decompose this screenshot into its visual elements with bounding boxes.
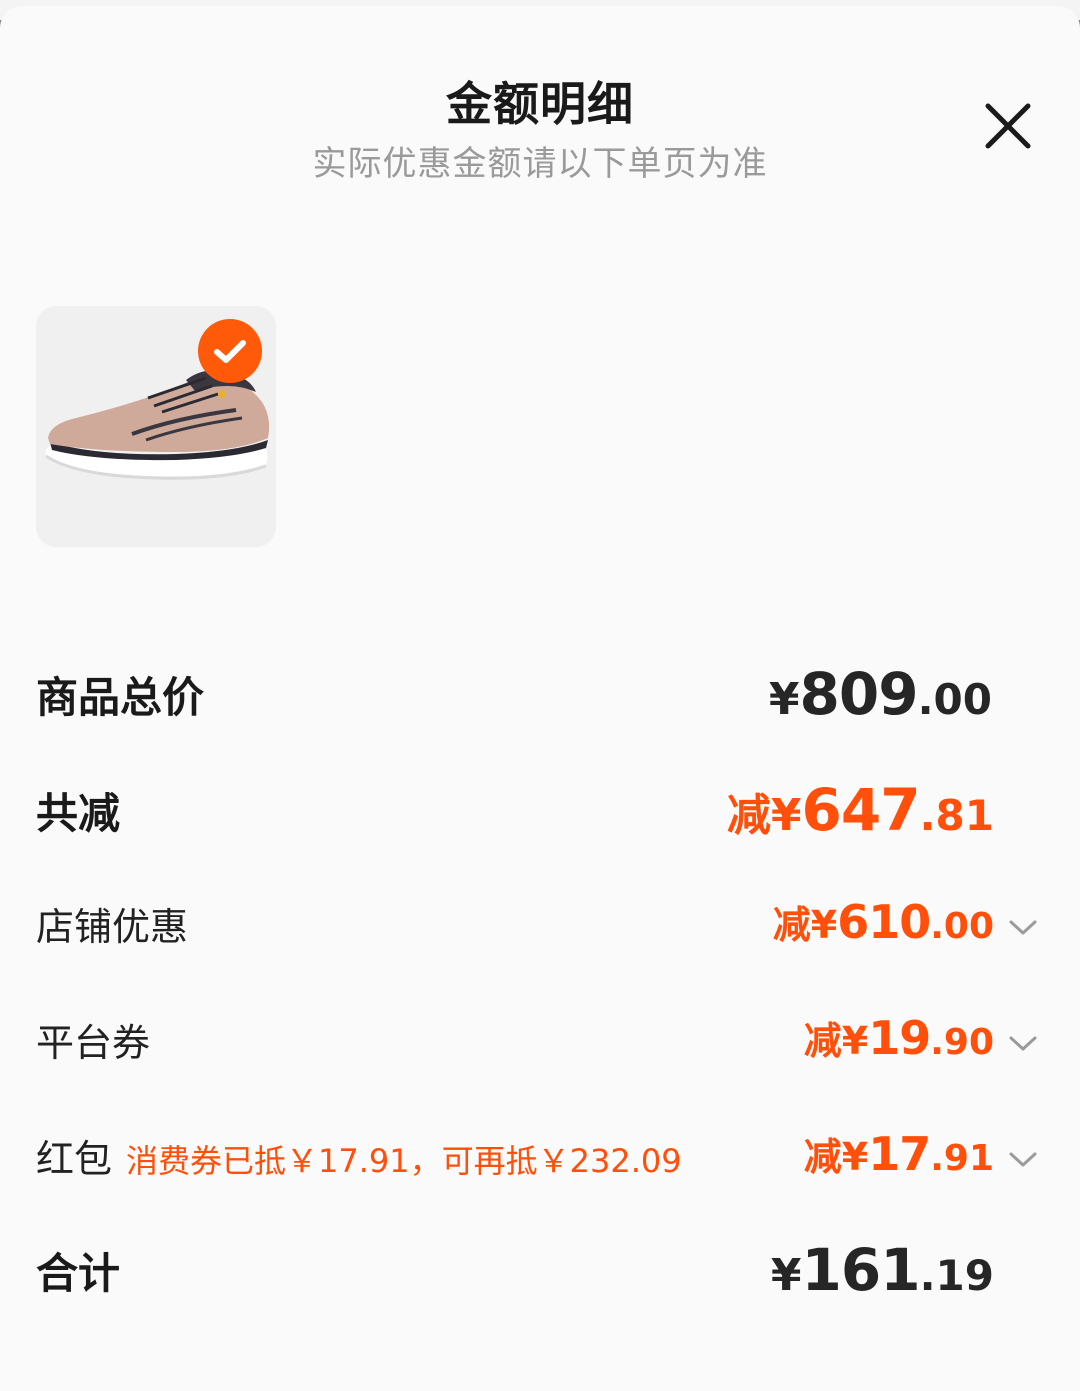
total-price-label: 商品总价 (36, 673, 205, 722)
row-grand-total: 合计 ¥161.19 (36, 1232, 1044, 1312)
row-total-discount: 共减 减¥647.81 (36, 772, 1044, 852)
red-packet-amount: 减¥17.91 (803, 1127, 994, 1181)
row-platform-coupon[interactable]: 平台券 减¥19.90 (36, 1004, 1044, 1084)
total-discount-amount: 减¥647.81 (726, 776, 994, 844)
row-shop-discount[interactable]: 店铺优惠 减¥610.00 (36, 888, 1044, 968)
red-packet-title: 红包 (36, 1137, 113, 1181)
sheet-subtitle: 实际优惠金额请以下单页为准 (312, 144, 768, 184)
grand-total-label: 合计 (36, 1249, 121, 1298)
chevron-down-icon[interactable] (1008, 1034, 1038, 1054)
red-packet-note: 消费券已抵￥17.91，可再抵￥232.09 (126, 1142, 682, 1180)
chevron-down-icon[interactable] (1008, 918, 1038, 938)
row-red-packet[interactable]: 红包 消费券已抵￥17.91，可再抵￥232.09 减¥17.91 (36, 1120, 1044, 1200)
row-total-price: 商品总价 ¥809.00 (36, 656, 1044, 736)
close-button[interactable] (978, 96, 1038, 156)
red-packet-label: 红包 消费券已抵￥17.91，可再抵￥232.09 (36, 1128, 682, 1183)
shop-discount-amount: 减¥610.00 (772, 895, 994, 949)
check-icon (214, 340, 246, 363)
sheet-title: 金额明细 (446, 77, 634, 131)
close-icon (985, 103, 1031, 149)
platform-coupon-label: 平台券 (36, 1021, 151, 1065)
total-discount-label: 共减 (36, 789, 121, 838)
grand-total-amount: ¥161.19 (770, 1236, 994, 1304)
chevron-down-icon[interactable] (1008, 1150, 1038, 1170)
platform-coupon-amount: 减¥19.90 (803, 1011, 994, 1065)
total-price-amount: ¥809.00 (768, 660, 992, 728)
amount-detail-sheet: 金额明细 实际优惠金额请以下单页为准 商品总价 ¥809.00 共减 减¥647… (0, 6, 1080, 1391)
shop-discount-label: 店铺优惠 (36, 905, 189, 949)
selected-check-badge[interactable] (198, 319, 262, 383)
